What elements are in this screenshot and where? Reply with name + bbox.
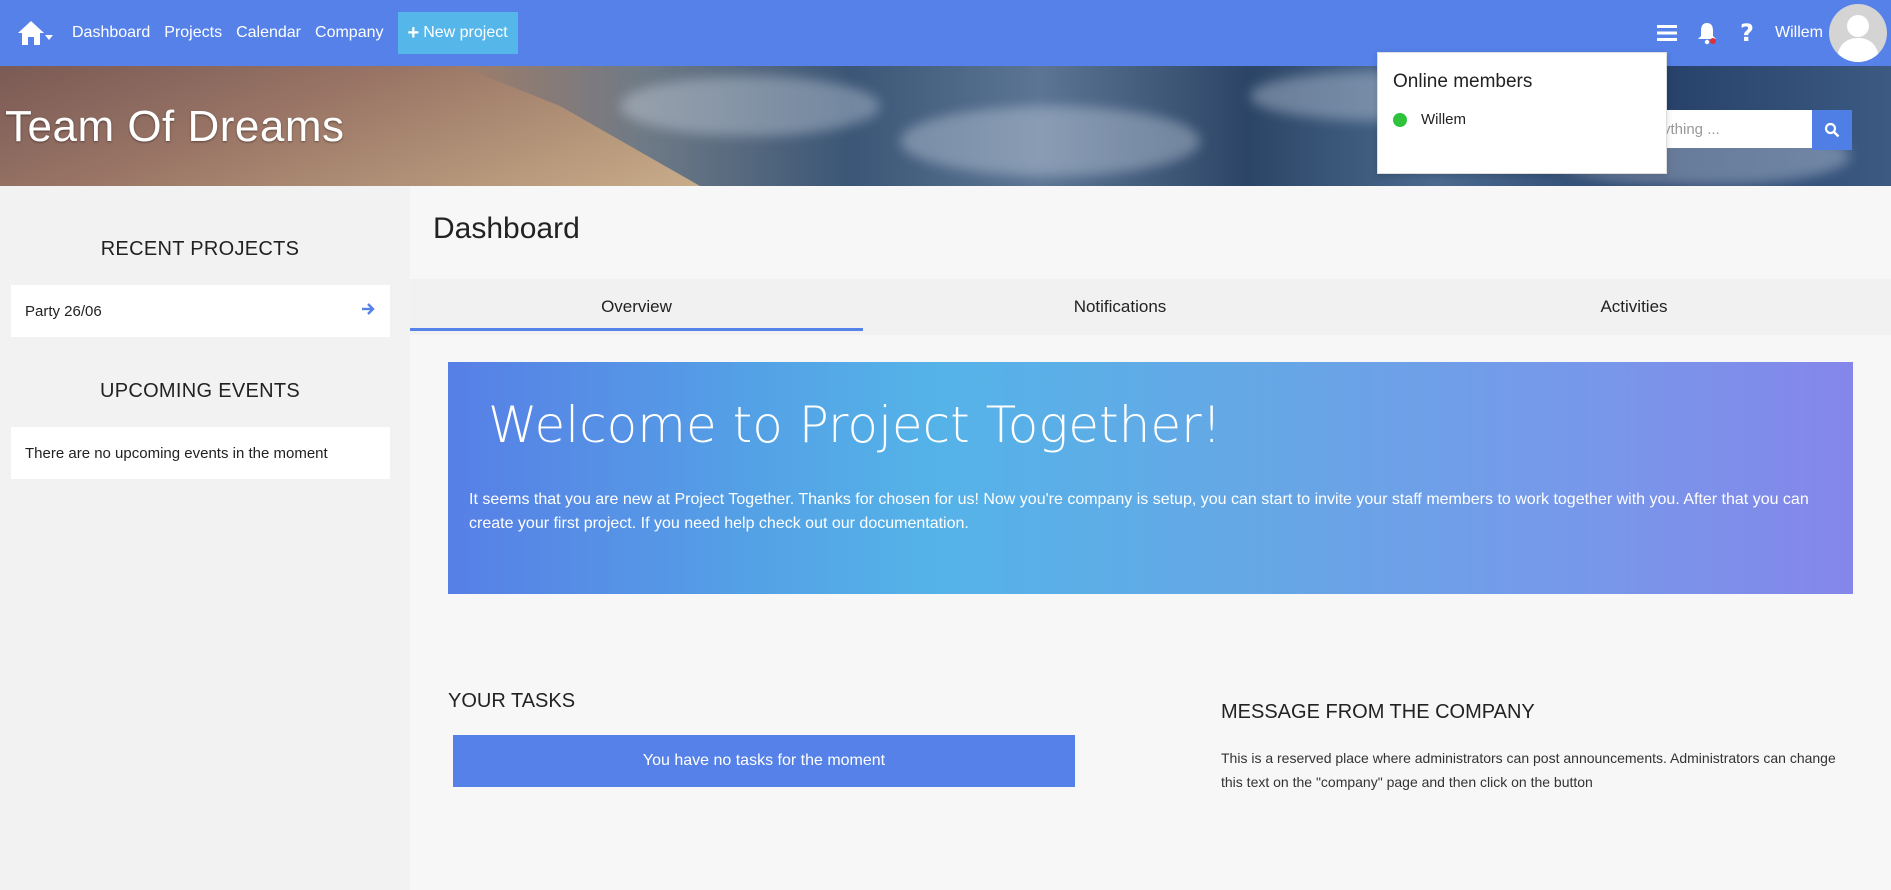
- online-member-name: Willem: [1421, 111, 1466, 128]
- team-name: Team Of Dreams: [5, 102, 345, 151]
- company-message-text: This is a reserved place where administr…: [1221, 750, 1836, 790]
- recent-project-item[interactable]: Party 26/06: [11, 285, 390, 337]
- plus-icon: +: [407, 21, 420, 44]
- main-nav: Dashboard Projects Calendar Company: [58, 24, 384, 42]
- search-placeholder: ything ...: [1663, 120, 1720, 138]
- main-content: Dashboard Overview Notifications Activit…: [410, 186, 1891, 890]
- notification-dot: [1710, 38, 1716, 44]
- search-icon: [1824, 122, 1840, 138]
- welcome-panel: Welcome to Project Together! It seems th…: [448, 362, 1853, 594]
- nav-company[interactable]: Company: [315, 24, 383, 42]
- tasks-empty-message: You have no tasks for the moment: [453, 735, 1075, 787]
- welcome-heading: Welcome to Project Together!: [488, 396, 1222, 454]
- tab-activities[interactable]: Activities: [1377, 279, 1891, 335]
- page-title: Dashboard: [433, 212, 580, 245]
- recent-project-name: Party 26/06: [25, 302, 102, 320]
- online-status-dot: [1393, 112, 1407, 127]
- new-project-label: New project: [423, 24, 508, 41]
- username[interactable]: Willem: [1775, 24, 1823, 42]
- online-members-title: Online members: [1393, 71, 1533, 92]
- menu-button[interactable]: [1647, 13, 1687, 53]
- bell-icon: [1698, 23, 1716, 45]
- online-member-item[interactable]: Willem: [1393, 111, 1666, 128]
- company-message-heading: MESSAGE FROM THE COMPANY: [1221, 701, 1535, 723]
- topbar-tools: ? Willem: [1647, 0, 1891, 66]
- notifications-button[interactable]: [1687, 13, 1727, 53]
- home-menu-button[interactable]: [12, 13, 58, 53]
- search-input[interactable]: ything ...: [1653, 110, 1818, 148]
- new-project-button[interactable]: + New project: [397, 12, 518, 54]
- user-silhouette-icon: [1837, 15, 1879, 62]
- avatar[interactable]: [1829, 4, 1887, 62]
- your-tasks-heading: YOUR TASKS: [448, 690, 576, 712]
- nav-dashboard[interactable]: Dashboard: [72, 24, 150, 42]
- hamburger-icon: [1657, 25, 1677, 41]
- upcoming-events-empty: There are no upcoming events in the mome…: [11, 427, 390, 479]
- nav-projects[interactable]: Projects: [164, 24, 222, 42]
- search-button[interactable]: [1812, 110, 1852, 150]
- banner-cloud: [900, 106, 1200, 176]
- welcome-text: It seems that you are new at Project Tog…: [469, 491, 1809, 532]
- recent-projects-heading: RECENT PROJECTS: [100, 238, 300, 260]
- online-members-popup: Online members Willem: [1377, 52, 1667, 174]
- banner-cloud: [620, 76, 880, 136]
- help-button[interactable]: ?: [1727, 13, 1767, 53]
- arrow-right-icon: [362, 303, 375, 315]
- nav-calendar[interactable]: Calendar: [236, 24, 301, 42]
- dashboard-tabs: Overview Notifications Activities: [410, 279, 1891, 335]
- upcoming-events-heading: UPCOMING EVENTS: [99, 380, 301, 402]
- sidebar: RECENT PROJECTS Party 26/06 UPCOMING EVE…: [0, 186, 410, 890]
- home-icon: [18, 21, 53, 45]
- tab-overview[interactable]: Overview: [410, 279, 863, 335]
- tab-notifications[interactable]: Notifications: [863, 279, 1377, 335]
- question-icon: ?: [1740, 19, 1754, 47]
